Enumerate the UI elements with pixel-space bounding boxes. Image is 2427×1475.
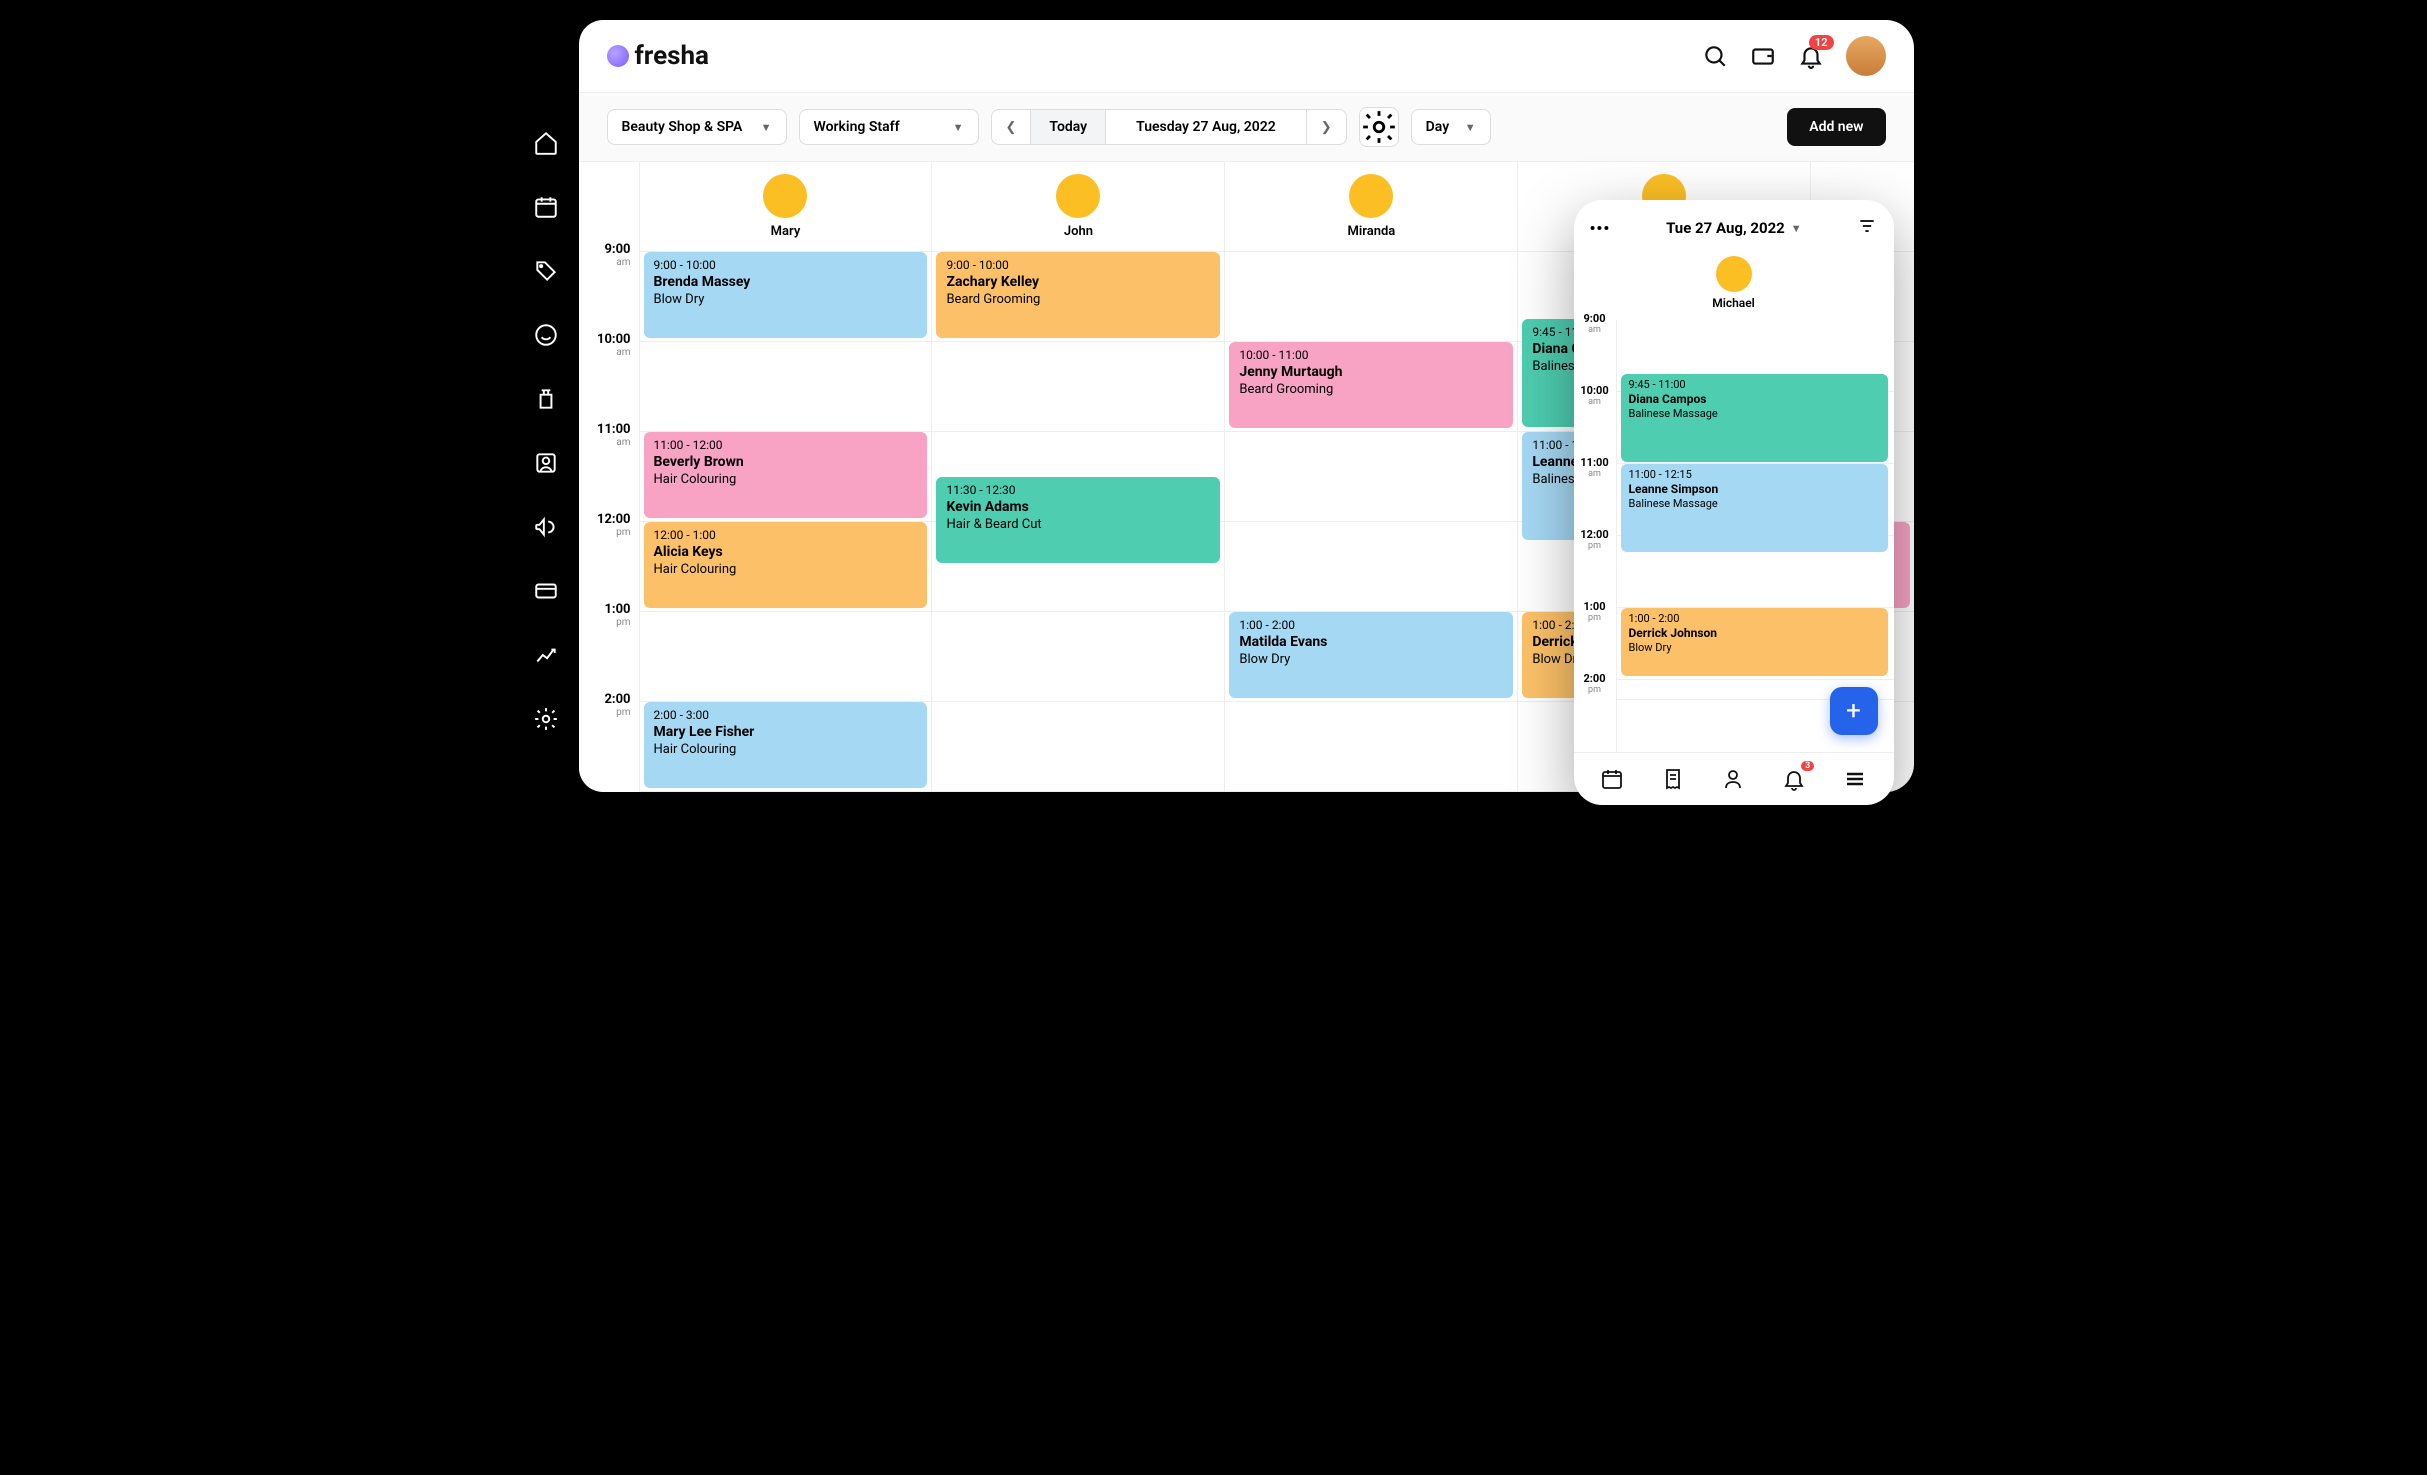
chevron-down-icon: ▼ — [953, 121, 964, 134]
sidebar — [514, 20, 579, 792]
date-picker-group: ❮ Today Tuesday 27 Aug, 2022 ❯ — [991, 109, 1347, 145]
mobile-header: ••• Tue 27 Aug, 2022▼ — [1574, 200, 1894, 256]
view-dropdown[interactable]: Day▼ — [1411, 109, 1491, 145]
bell-icon[interactable]: 12 — [1798, 43, 1824, 69]
mobile-date-picker[interactable]: Tue 27 Aug, 2022▼ — [1666, 219, 1802, 237]
user-avatar[interactable] — [1846, 36, 1886, 76]
current-date[interactable]: Tuesday 27 Aug, 2022 — [1106, 110, 1306, 144]
mobile-staff-header: Michael — [1574, 256, 1894, 320]
profile-tab-icon[interactable] — [1721, 767, 1745, 791]
mobile-bottom-nav: 3 — [1574, 752, 1894, 805]
today-button[interactable]: Today — [1030, 110, 1106, 144]
chevron-down-icon: ▼ — [1791, 222, 1802, 235]
contact-icon[interactable] — [533, 450, 559, 476]
staff-column-mary: Mary 9:00 - 10:00Brenda MasseyBlow Dry11… — [639, 162, 932, 792]
appointment[interactable]: 11:30 - 12:30Kevin AdamsHair & Beard Cut — [936, 477, 1220, 563]
prev-day-button[interactable]: ❮ — [992, 110, 1031, 144]
tag-icon[interactable] — [533, 258, 559, 284]
logo-text: fresha — [635, 41, 709, 71]
notification-badge: 12 — [1809, 35, 1834, 50]
chart-icon[interactable] — [533, 642, 559, 668]
logo-icon — [607, 45, 629, 67]
smile-icon[interactable] — [533, 322, 559, 348]
add-fab[interactable]: + — [1830, 687, 1878, 735]
appointment[interactable]: 11:00 - 12:15Leanne SimpsonBalinese Mass… — [1621, 464, 1888, 552]
topbar: fresha 12 — [579, 20, 1914, 93]
logo: fresha — [607, 41, 709, 71]
product-icon[interactable] — [533, 386, 559, 412]
settings-button[interactable] — [1359, 107, 1399, 147]
gear-icon[interactable] — [533, 706, 559, 732]
filter-icon[interactable] — [1857, 216, 1877, 240]
calendar-icon[interactable] — [533, 194, 559, 220]
staff-column-miranda: Miranda 10:00 - 11:00Jenny MurtaughBeard… — [1224, 162, 1517, 792]
card-icon[interactable] — [533, 578, 559, 604]
appointment[interactable]: 9:00 - 10:00Zachary KelleyBeard Grooming — [936, 252, 1220, 338]
appointment[interactable]: 10:00 - 11:00Jenny MurtaughBeard Groomin… — [1229, 342, 1513, 428]
appointment[interactable]: 2:00 - 3:00Mary Lee FisherHair Colouring — [644, 702, 928, 788]
appointment[interactable]: 9:00 - 10:00Brenda MasseyBlow Dry — [644, 252, 928, 338]
chevron-down-icon: ▼ — [761, 121, 772, 134]
calendar-tab-icon[interactable] — [1600, 767, 1624, 791]
home-icon[interactable] — [533, 130, 559, 156]
search-icon[interactable] — [1702, 43, 1728, 69]
appointment[interactable]: 1:00 - 2:00Derrick JohnsonBlow Dry — [1621, 608, 1888, 676]
bell-tab-icon[interactable]: 3 — [1782, 767, 1806, 791]
location-dropdown[interactable]: Beauty Shop & SPA▼ — [607, 109, 787, 145]
appointment[interactable]: 9:45 - 11:00Diana CamposBalinese Massage — [1621, 374, 1888, 462]
mobile-app: ••• Tue 27 Aug, 2022▼ Michael 9:00am 10:… — [1574, 200, 1894, 805]
receipt-tab-icon[interactable] — [1661, 767, 1685, 791]
appointment[interactable]: 12:00 - 1:00Alicia KeysHair Colouring — [644, 522, 928, 608]
add-new-button[interactable]: Add new — [1787, 108, 1885, 146]
appointment[interactable]: 1:00 - 2:00Matilda EvansBlow Dry — [1229, 612, 1513, 698]
appointment[interactable]: 11:00 - 12:00Beverly BrownHair Colouring — [644, 432, 928, 518]
time-column: 9:00am 10:00am 11:00am 12:00pm 1:00pm 2:… — [579, 162, 639, 792]
megaphone-icon[interactable] — [533, 514, 559, 540]
toolbar: Beauty Shop & SPA▼ Working Staff▼ ❮ Toda… — [579, 93, 1914, 162]
next-day-button[interactable]: ❯ — [1306, 110, 1346, 144]
staff-column-john: John 9:00 - 10:00Zachary KelleyBeard Gro… — [931, 162, 1224, 792]
chevron-down-icon: ▼ — [1465, 121, 1476, 134]
wallet-icon[interactable] — [1750, 43, 1776, 69]
staff-dropdown[interactable]: Working Staff▼ — [799, 109, 979, 145]
mobile-menu-icon[interactable]: ••• — [1590, 219, 1611, 238]
menu-tab-icon[interactable] — [1843, 767, 1867, 791]
mobile-notification-badge: 3 — [1801, 761, 1814, 771]
